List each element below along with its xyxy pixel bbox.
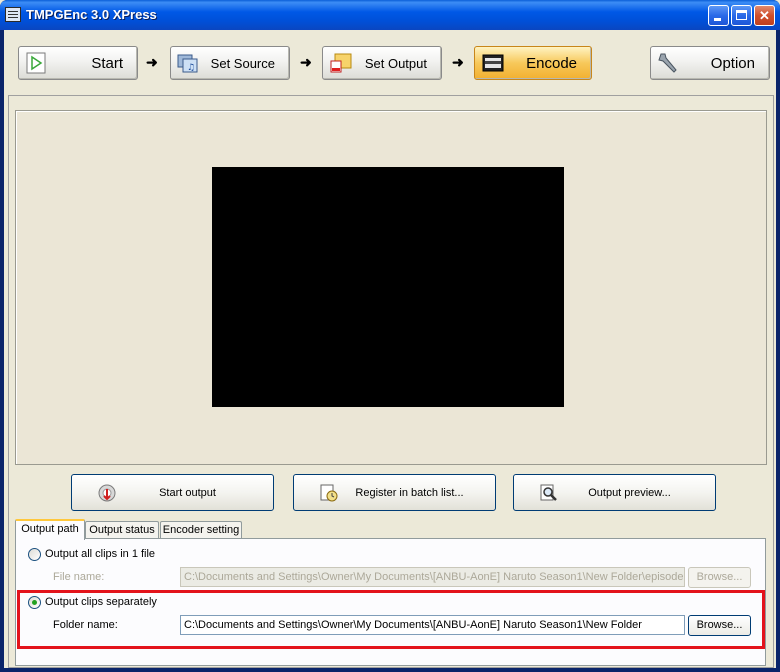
close-icon: ✕	[759, 8, 770, 23]
output-preview-label: Output preview...	[588, 487, 671, 499]
encode-step-label: Encode	[526, 55, 577, 72]
highlight-box	[17, 590, 765, 649]
encode-step-button[interactable]: Encode	[474, 46, 592, 80]
output-settings-icon	[330, 53, 352, 73]
register-batch-label: Register in batch list...	[355, 487, 464, 499]
tab-output-path[interactable]: Output path	[15, 519, 85, 540]
svg-text:♫: ♫	[187, 63, 195, 73]
app-window: TMPGEnc 3.0 XPress ✕ Start ➜ ♫ Set Sourc…	[0, 0, 780, 672]
tab-output-status[interactable]: Output status	[85, 521, 159, 539]
file-name-field[interactable]: C:\Documents and Settings\Owner\My Docum…	[180, 567, 685, 587]
maximize-icon	[736, 10, 747, 20]
output-all-clips-label[interactable]: Output all clips in 1 file	[45, 548, 155, 560]
title-bar[interactable]: TMPGEnc 3.0 XPress ✕	[0, 0, 780, 30]
output-all-clips-radio[interactable]	[28, 548, 41, 561]
encode-panel: Start output Register in batch list... O…	[8, 95, 774, 668]
window-title: TMPGEnc 3.0 XPress	[26, 7, 157, 22]
file-browse-button[interactable]: Browse...	[688, 567, 751, 588]
arrow-icon: ➜	[300, 54, 312, 70]
video-preview	[212, 167, 564, 407]
tab-encoder-setting[interactable]: Encoder setting	[160, 521, 242, 539]
maximize-button[interactable]	[731, 5, 752, 26]
option-button[interactable]: Option	[650, 46, 770, 80]
file-name-label: File name:	[53, 571, 105, 583]
close-button[interactable]: ✕	[754, 5, 775, 26]
wrench-icon	[658, 53, 677, 73]
start-output-button[interactable]: Start output	[71, 474, 274, 511]
film-encode-icon	[482, 54, 504, 72]
set-source-step-button[interactable]: ♫ Set Source	[170, 46, 290, 80]
source-files-icon: ♫	[177, 54, 198, 73]
arrow-icon: ➜	[452, 54, 464, 70]
set-source-step-label: Set Source	[210, 56, 275, 71]
arrow-icon: ➜	[146, 54, 158, 70]
register-batch-button[interactable]: Register in batch list...	[293, 474, 496, 511]
minimize-icon	[714, 18, 721, 21]
output-preview-button[interactable]: Output preview...	[513, 474, 716, 511]
start-step-label: Start	[91, 55, 123, 72]
set-output-step-label: Set Output	[364, 56, 427, 71]
option-label: Option	[710, 55, 755, 72]
set-output-step-button[interactable]: Set Output	[322, 46, 442, 80]
minimize-button[interactable]	[708, 5, 729, 26]
preview-area	[15, 110, 767, 465]
client-area: Start ➜ ♫ Set Source ➜ Set Output ➜ Enco…	[4, 30, 776, 668]
start-step-button[interactable]: Start	[18, 46, 138, 80]
play-icon	[26, 52, 46, 74]
start-output-label: Start output	[159, 487, 216, 499]
app-icon	[5, 7, 21, 22]
